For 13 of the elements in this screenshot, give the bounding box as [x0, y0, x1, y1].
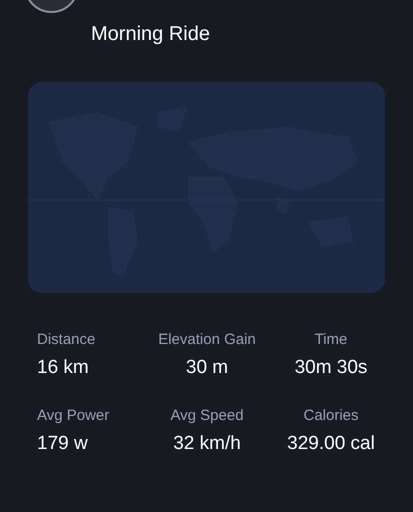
- stat-value: 329.00 cal: [287, 433, 375, 455]
- stat-label: Avg Speed: [170, 407, 244, 424]
- stat-value: 30m 30s: [294, 357, 368, 379]
- activity-title: Morning Ride: [91, 23, 211, 46]
- stat-label: Elevation Gain: [158, 331, 256, 348]
- stat-label: Distance: [37, 331, 96, 348]
- stat-value: 30 m: [186, 357, 228, 379]
- stat-value: 32 km/h: [173, 433, 241, 455]
- stat-label: Time: [314, 331, 348, 348]
- stat-value: 16 km: [37, 357, 89, 379]
- stat-label: Calories: [303, 407, 359, 424]
- stat-value: 179 w: [37, 433, 88, 455]
- stat-label: Avg Power: [37, 407, 110, 424]
